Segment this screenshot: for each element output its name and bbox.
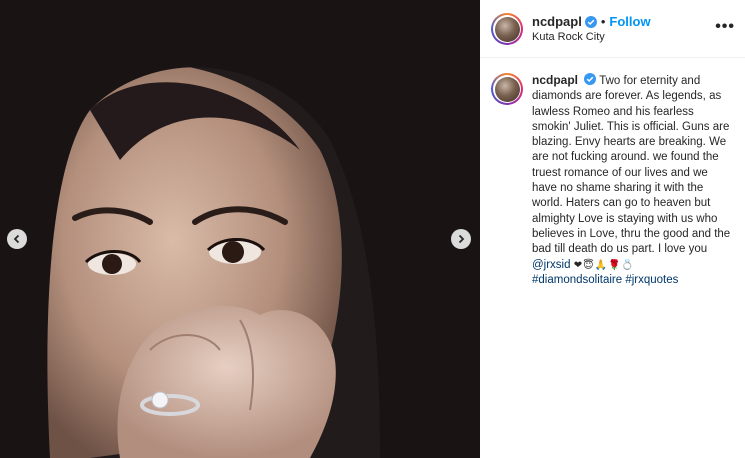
post-location[interactable]: Kuta Rock City [532,31,605,43]
post-caption: ncdpapl Two for eternity and diamonds ar… [480,58,745,288]
post-sidebar: ncdpapl • Follow Kuta Rock City ••• ncdp… [480,0,745,458]
caption-username[interactable]: ncdpapl [532,73,578,87]
carousel-prev-button[interactable] [7,229,27,249]
instagram-post: ncdpapl • Follow Kuta Rock City ••• ncdp… [0,0,745,458]
author-name-row: ncdpapl • Follow [532,14,651,29]
follow-button[interactable]: Follow [609,14,650,29]
author-username[interactable]: ncdpapl [532,14,582,29]
caption-emojis: ❤😇🙏🌹💍 [573,259,635,271]
hashtag-link[interactable]: #jrxquotes [625,274,678,286]
caption-body: Two for eternity and diamonds are foreve… [532,75,731,256]
post-header: ncdpapl • Follow Kuta Rock City ••• [480,0,745,58]
photo-illustration [0,0,480,458]
more-options-button[interactable]: ••• [715,18,735,36]
chevron-left-icon [13,234,20,244]
author-avatar[interactable] [491,13,523,45]
separator-dot: • [600,14,606,29]
verified-badge-icon [584,73,597,85]
post-photo[interactable] [0,0,480,458]
caption-author-avatar[interactable] [491,73,523,105]
verified-badge-icon [584,15,597,28]
hashtag-link[interactable]: #diamondsolitaire [532,274,622,286]
chevron-right-icon [458,234,465,244]
caption-text-block: ncdpapl Two for eternity and diamonds ar… [532,73,732,288]
carousel-next-button[interactable] [451,229,471,249]
caption-mention[interactable]: @jrxsid [532,259,571,271]
